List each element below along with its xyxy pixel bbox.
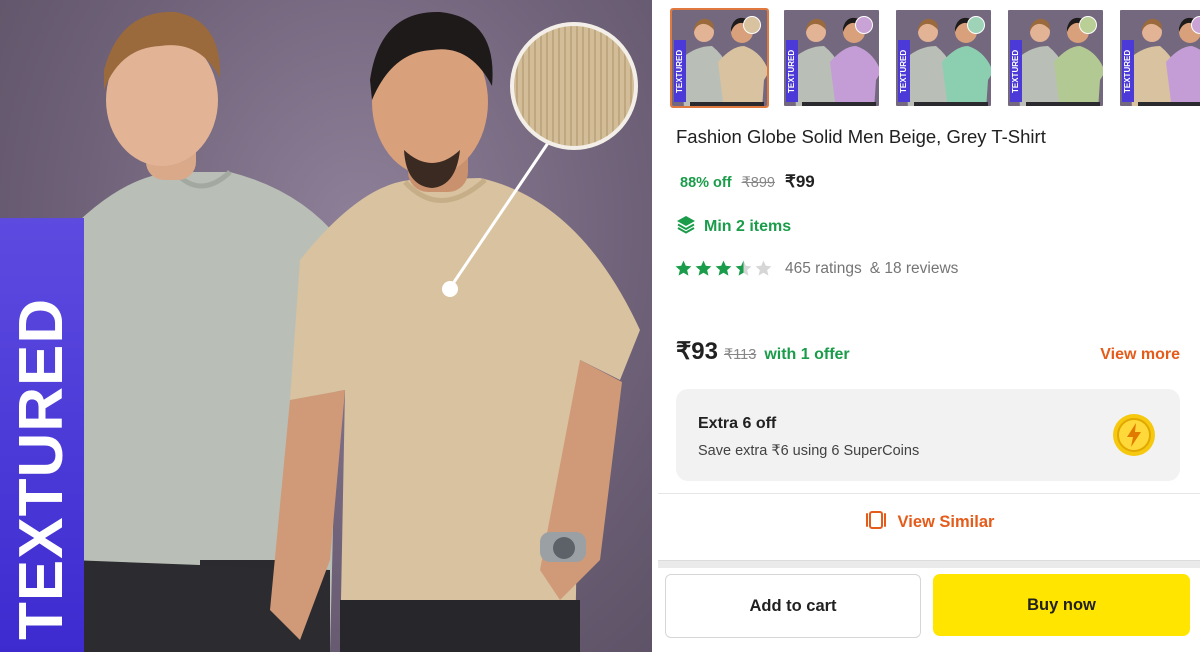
supercoins-title: Extra 6 off xyxy=(698,415,777,432)
original-price: ₹899 xyxy=(741,175,775,191)
textured-badge-label: TEXTURED xyxy=(7,297,76,640)
buy-now-button[interactable]: Buy now xyxy=(933,574,1190,636)
models-illustration xyxy=(60,11,640,652)
fabric-swatch xyxy=(967,16,985,34)
fabric-swatch xyxy=(743,16,761,34)
thumbnail-4[interactable]: TEXTURED xyxy=(1006,8,1105,108)
discount-percent: 88% off xyxy=(680,175,732,191)
fabric-swatch xyxy=(1079,16,1097,34)
image-thumbnail-strip: TEXTURED TEXTURED TEXTURED TEXTURED TEXTURED xyxy=(670,8,1200,108)
thumbnail-tag-label: TEXTURED xyxy=(787,49,796,93)
section-divider xyxy=(658,493,1200,494)
product-hero-image[interactable]: TEXTURED xyxy=(0,0,652,652)
selling-price: ₹99 xyxy=(785,172,815,191)
offer-original-price: ₹113 xyxy=(723,347,757,363)
thumbnail-2[interactable]: TEXTURED xyxy=(782,8,881,108)
star-rating xyxy=(674,259,773,278)
supercoins-card[interactable]: Extra 6 off Save extra ₹6 using 6 SuperC… xyxy=(676,389,1180,481)
star-icon xyxy=(755,260,772,276)
add-to-cart-button[interactable]: Add to cart xyxy=(665,574,921,638)
thumbnail-tag: TEXTURED xyxy=(898,40,910,102)
min-items-label: Min 2 items xyxy=(704,217,792,235)
view-similar-label: View Similar xyxy=(897,513,995,531)
ratings-count: 465 ratings xyxy=(785,259,862,277)
view-similar-button[interactable]: View Similar xyxy=(658,510,1200,535)
offer-price: ₹93 xyxy=(676,338,718,365)
supercoin-icon xyxy=(1113,414,1155,456)
thumbnail-5[interactable]: TEXTURED xyxy=(1118,8,1200,108)
offer-label: with 1 offer xyxy=(764,346,850,363)
thumbnail-tag: TEXTURED xyxy=(674,40,686,102)
thumbnail-tag-label: TEXTURED xyxy=(899,49,908,93)
product-details-panel: TEXTURED TEXTURED TEXTURED TEXTURED TEXTURED… xyxy=(658,0,1200,652)
star-icon xyxy=(695,260,712,276)
thumbnail-1[interactable]: TEXTURED xyxy=(670,8,769,108)
thumbnail-tag-label: TEXTURED xyxy=(1011,49,1020,93)
min-items-row: Min 2 items xyxy=(676,214,791,239)
fabric-swatch xyxy=(855,16,873,34)
thumbnail-tag-label: TEXTURED xyxy=(675,49,684,93)
thumbnail-tag: TEXTURED xyxy=(1122,40,1134,102)
view-more-link[interactable]: View more xyxy=(1100,346,1180,364)
thumbnail-tag: TEXTURED xyxy=(786,40,798,102)
rating-row[interactable]: 465 ratings & 18 reviews xyxy=(674,259,958,278)
star-icon xyxy=(735,260,752,276)
layers-icon xyxy=(676,214,696,239)
thumbnail-3[interactable]: TEXTURED xyxy=(894,8,993,108)
offer-row: ₹93 ₹113 with 1 offer View more xyxy=(676,337,1180,366)
product-title: Fashion Globe Solid Men Beige, Grey T-Sh… xyxy=(676,126,1046,147)
price-row: 88% off ₹899 ₹99 xyxy=(680,172,815,192)
thumbnail-tag: TEXTURED xyxy=(1010,40,1022,102)
star-icon xyxy=(715,260,732,276)
thumbnail-tag-label: TEXTURED xyxy=(1123,49,1132,93)
reviews-count: & 18 reviews xyxy=(869,259,959,277)
product-page: TEXTURED TEXTURED TEXTURED TEXTURED TEXTURE… xyxy=(0,0,1200,652)
supercoins-subtitle: Save extra ₹6 using 6 SuperCoins xyxy=(698,443,920,459)
similar-cards-icon xyxy=(864,510,888,535)
star-icon xyxy=(675,260,692,276)
section-divider xyxy=(658,560,1200,568)
